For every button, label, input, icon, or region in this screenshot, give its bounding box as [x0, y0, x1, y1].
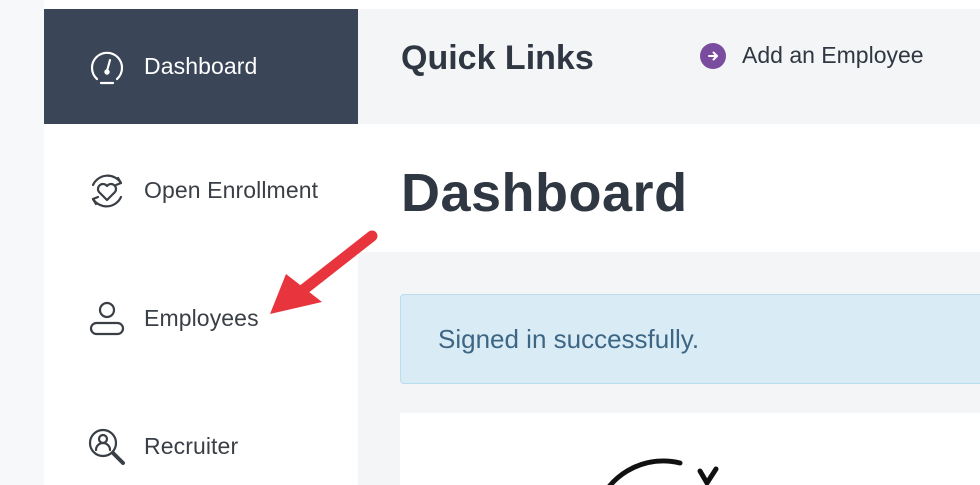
success-alert: Signed in successfully. — [400, 294, 980, 384]
page-title: Dashboard — [401, 163, 688, 223]
red-pointer-arrow-icon — [270, 230, 378, 314]
quick-links-title: Quick Links — [401, 39, 594, 77]
page-heading-band: Dashboard — [358, 124, 980, 252]
add-employee-link[interactable]: Add an Employee — [700, 42, 924, 69]
app-window: Dashboard Open Enrollment Employees Recr… — [0, 0, 980, 485]
sidebar-item-label: Open Enrollment — [144, 177, 319, 203]
arrow-circle-right-icon — [700, 42, 726, 69]
add-employee-label: Add an Employee — [742, 42, 924, 68]
dashboard-card — [400, 413, 980, 485]
left-gutter — [0, 0, 44, 485]
sidebar-item-recruiter[interactable]: Recruiter — [44, 389, 358, 485]
heart-cycle-icon — [84, 168, 130, 214]
alert-message: Signed in successfully. — [438, 323, 700, 354]
quick-links-bar: Quick Links Add an Employee — [358, 9, 980, 124]
main-content: Quick Links Add an Employee Dashboard Si… — [358, 9, 980, 485]
person-icon — [84, 296, 130, 342]
card-illustration-icon — [607, 458, 719, 485]
gauge-icon — [84, 44, 130, 90]
person-search-icon — [84, 424, 130, 470]
sidebar-item-label: Employees — [144, 305, 259, 331]
sidebar-item-label: Recruiter — [144, 433, 239, 459]
sidebar-item-dashboard[interactable]: Dashboard — [44, 9, 358, 124]
sidebar-item-label: Dashboard — [144, 53, 258, 79]
